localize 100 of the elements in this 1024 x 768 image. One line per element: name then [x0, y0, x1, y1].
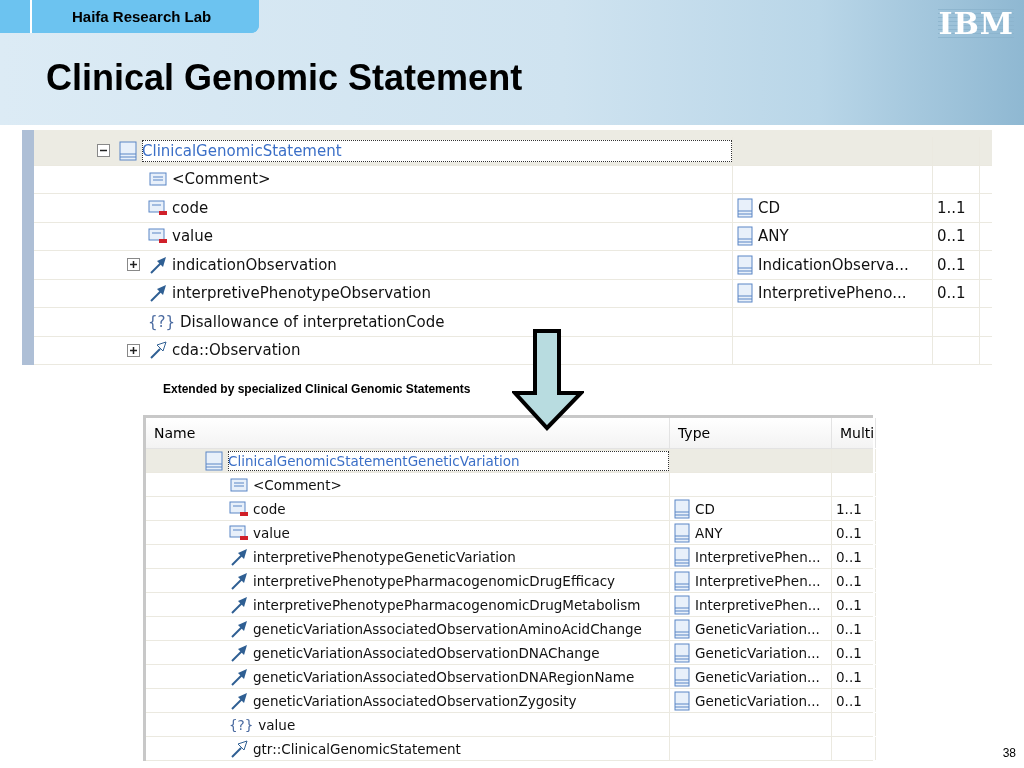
multiplicity-label: 0..1 — [836, 596, 862, 613]
tree-item-label: value — [258, 716, 296, 733]
multiplicity-label: 0..1 — [937, 284, 966, 303]
type-label: CD — [758, 198, 781, 217]
tree-item-label: interpretivePhenotypePharmacogenomicDrugEfficacy — [253, 572, 616, 589]
tree-item-label: Disallowance of interpretationCode — [180, 312, 445, 331]
tree-row[interactable]: {?} value — [146, 713, 873, 737]
column-header[interactable]: Type — [670, 418, 832, 448]
class-icon — [737, 283, 753, 304]
tree-item-label: gtr::ClinicalGenomicStatement — [253, 740, 461, 757]
tree-item-label: interpretivePhenotypeGeneticVariation — [253, 548, 516, 565]
tree-row[interactable]: ClinicalGenomicStatement — [34, 137, 992, 166]
arrow-icon — [148, 283, 168, 304]
class-icon — [674, 666, 690, 687]
company-logo: IBM — [938, 6, 1014, 41]
arrow-icon — [229, 570, 249, 591]
hollow-arrow-icon — [229, 738, 249, 759]
type-label: ANY — [695, 524, 723, 541]
tree-item-label: code — [172, 198, 209, 217]
arrow-icon — [229, 690, 249, 711]
constraint-marker: {?} — [229, 716, 254, 733]
type-label: IndicationObserva... — [758, 255, 909, 274]
class-icon — [737, 226, 753, 247]
tree-row[interactable]: gtr::ClinicalGenomicStatement — [146, 737, 873, 761]
column-header[interactable]: Multi — [832, 418, 876, 448]
tree-item-label: interpretivePhenotypePharmacogenomicDrugMetabolism — [253, 596, 641, 613]
tree-item-label: code — [253, 500, 286, 517]
attribute-icon — [148, 197, 168, 218]
page-number: 38 — [1002, 746, 1016, 760]
type-label: ANY — [758, 227, 789, 246]
multiplicity-label: 0..1 — [836, 572, 862, 589]
tree-item-label: geneticVariationAssociatedObservationZygosity — [253, 692, 577, 709]
caption: Extended by specialized Clinical Genomic Statements — [163, 382, 472, 396]
type-label: InterpretivePhen... — [695, 572, 821, 589]
tree-row[interactable]: interpretivePhenotypeGeneticVariation InterpretivePhen... 0..1 — [146, 545, 873, 569]
tree-row[interactable]: geneticVariationAssociatedObservationZygosity GeneticVariation... 0..1 — [146, 689, 873, 713]
class-icon — [674, 618, 690, 639]
attribute-icon — [229, 498, 249, 519]
tree-row[interactable]: indicationObservation IndicationObserva... 0..1 — [34, 251, 992, 280]
type-label: GeneticVariation... — [695, 620, 820, 637]
arrow-icon — [229, 546, 249, 567]
down-arrow-icon — [512, 329, 584, 431]
lab-tag: Haifa Research Lab — [30, 0, 260, 33]
type-label: CD — [695, 500, 715, 517]
tree-item-label: value — [172, 227, 213, 246]
class-icon — [674, 498, 690, 519]
arrow-icon — [229, 594, 249, 615]
tree-row[interactable]: geneticVariationAssociatedObservationDNARegionName GeneticVariation... 0..1 — [146, 665, 873, 689]
multiplicity-label: 0..1 — [836, 524, 862, 541]
arrow-icon — [229, 666, 249, 687]
tree-row[interactable]: value ANY 0..1 — [34, 222, 992, 251]
class-icon — [674, 594, 690, 615]
tree-item-label: value — [253, 524, 290, 541]
class-icon — [674, 642, 690, 663]
tree-row[interactable]: interpretivePhenotypePharmacogenomicDrugMetabolism InterpretivePhen... 0..1 — [146, 593, 873, 617]
tree-item-label: <Comment> — [253, 476, 342, 493]
class-icon — [674, 546, 690, 567]
type-label: InterpretivePhen... — [695, 548, 821, 565]
attribute-icon — [229, 522, 249, 543]
tree-row[interactable]: <Comment> — [34, 165, 992, 194]
tree-item-label: ClinicalGenomicStatement — [142, 139, 732, 162]
class-icon — [204, 450, 224, 471]
arrow-icon — [229, 642, 249, 663]
tree-item-label: geneticVariationAssociatedObservationDNAChange — [253, 644, 600, 661]
arrow-icon — [148, 254, 168, 275]
class-icon — [737, 254, 753, 275]
tree-row[interactable]: code CD 1..1 — [146, 497, 873, 521]
type-label: InterpretivePheno... — [758, 284, 907, 303]
multiplicity-label: 0..1 — [937, 227, 966, 246]
collapse-icon[interactable] — [97, 144, 110, 158]
tree-row[interactable]: interpretivePhenotypeObservation InterpretivePheno... 0..1 — [34, 279, 992, 308]
multiplicity-label: 0..1 — [836, 644, 862, 661]
tree-row[interactable]: geneticVariationAssociatedObservationDNAChange GeneticVariation... 0..1 — [146, 641, 873, 665]
tree-row[interactable]: interpretivePhenotypePharmacogenomicDrugEfficacy InterpretivePhen... 0..1 — [146, 569, 873, 593]
tree-item-label: interpretivePhenotypeObservation — [172, 284, 431, 303]
tree-row[interactable]: cda::Observation — [34, 336, 992, 365]
type-label: InterpretivePhen... — [695, 596, 821, 613]
class-icon — [737, 197, 753, 218]
multiplicity-label: 0..1 — [836, 668, 862, 685]
class-icon — [674, 522, 690, 543]
arrow-icon — [229, 618, 249, 639]
tree-row[interactable]: <Comment> — [146, 473, 873, 497]
tree-item-label: <Comment> — [172, 170, 271, 189]
tree-item-label: indicationObservation — [172, 255, 337, 274]
type-label: GeneticVariation... — [695, 668, 820, 685]
tree-row[interactable]: geneticVariationAssociatedObservationAminoAcidChange GeneticVariation... 0..1 — [146, 617, 873, 641]
tree-row[interactable]: value ANY 0..1 — [146, 521, 873, 545]
tree-row[interactable]: code CD 1..1 — [34, 194, 992, 223]
constraint-marker: {?} — [148, 312, 176, 331]
tree-row[interactable]: {?} Disallowance of interpretationCode — [34, 308, 992, 337]
multiplicity-label: 1..1 — [836, 500, 862, 517]
type-label: GeneticVariation... — [695, 644, 820, 661]
class-icon — [674, 690, 690, 711]
slide-title: Clinical Genomic Statement — [46, 57, 524, 99]
hollow-arrow-icon — [148, 340, 168, 361]
tree-item-label: geneticVariationAssociatedObservationAminoAcidChange — [253, 620, 642, 637]
tree-row[interactable]: ClinicalGenomicStatementGeneticVariation — [146, 449, 873, 473]
expand-icon[interactable] — [127, 258, 140, 272]
expand-icon[interactable] — [127, 343, 140, 357]
multiplicity-label: 0..1 — [836, 548, 862, 565]
